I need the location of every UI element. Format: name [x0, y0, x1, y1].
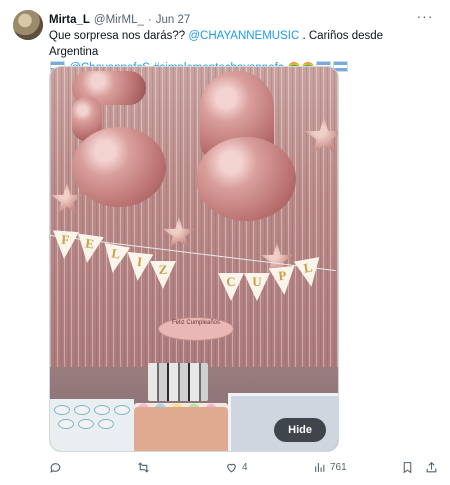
- balloon-digit-6: [196, 137, 296, 221]
- bookmark-icon: [403, 461, 412, 473]
- reply-button[interactable]: [49, 458, 66, 476]
- separator: ·: [147, 14, 152, 26]
- plaque-sign: Feliz Cumpleaños: [158, 317, 234, 341]
- retweet-icon: [138, 461, 149, 473]
- views-button[interactable]: 761: [313, 458, 347, 476]
- tweet-date[interactable]: Jun 27: [156, 14, 191, 26]
- cookie: [74, 405, 90, 415]
- text-part1: Que sorpresa nos darás??: [49, 30, 189, 42]
- balloon-digit-5: [72, 127, 166, 207]
- bookmark-button[interactable]: [401, 458, 414, 476]
- cookie: [94, 405, 110, 415]
- retweet-button[interactable]: [137, 458, 154, 476]
- cookie: [98, 419, 114, 429]
- like-button[interactable]: 4: [225, 458, 248, 476]
- more-icon[interactable]: ···: [415, 9, 435, 26]
- like-count: 4: [242, 461, 248, 473]
- tweet[interactable]: Mirta_L @MirML_ · Jun 27 ··· Que sorpres…: [0, 0, 450, 485]
- author-handle[interactable]: @MirML_: [94, 14, 144, 26]
- views-icon: [315, 462, 325, 472]
- cookie: [54, 405, 70, 415]
- avatar[interactable]: [13, 10, 43, 40]
- tweet-header: Mirta_L @MirML_ · Jun 27: [49, 11, 190, 29]
- action-bar: 4 761: [49, 458, 441, 476]
- cake-photos: [148, 363, 208, 401]
- share-button[interactable]: [425, 458, 438, 476]
- cookie: [78, 419, 94, 429]
- tweet-photo[interactable]: F E L I Z C U P L Feliz Cumpleaños Hide: [49, 66, 339, 452]
- cookie: [58, 419, 74, 429]
- cookie: [114, 405, 130, 415]
- cake: [134, 407, 228, 451]
- share-icon: [426, 461, 437, 472]
- avatar-image: [13, 10, 43, 40]
- like-icon: [227, 463, 236, 472]
- author-name[interactable]: Mirta_L: [49, 14, 90, 26]
- mention-chayannemusic[interactable]: @CHAYANNEMUSIC: [188, 30, 299, 42]
- views-count: 761: [330, 461, 347, 473]
- hide-button[interactable]: Hide: [274, 418, 326, 442]
- reply-icon: [50, 462, 61, 473]
